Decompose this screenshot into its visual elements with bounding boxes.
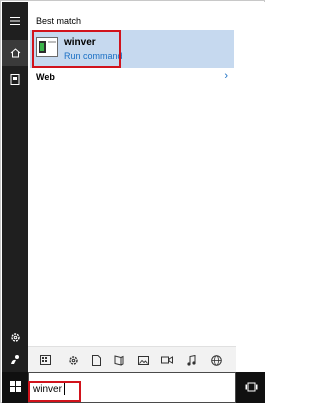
result-app-type: Run command — [64, 51, 123, 61]
music-filter-icon[interactable] — [180, 347, 202, 373]
start-menu-screenshot: Best match winver Run command Web › — [0, 0, 265, 403]
left-rail — [2, 2, 28, 372]
windows-logo-icon — [9, 379, 21, 397]
search-input[interactable] — [33, 382, 153, 396]
result-app-name: winver — [64, 37, 96, 48]
run-command-app-icon — [36, 37, 58, 57]
search-filter-bar — [28, 346, 236, 372]
start-button[interactable] — [2, 372, 28, 403]
desktop-background — [236, 2, 265, 372]
search-results-panel: Best match winver Run command Web › — [28, 2, 236, 346]
documents-filter-icon[interactable] — [85, 347, 107, 373]
task-view-icon — [245, 379, 258, 397]
best-match-result[interactable]: winver Run command — [30, 30, 234, 68]
photos-filter-icon[interactable] — [132, 347, 154, 373]
web-results-row[interactable]: Web › — [28, 68, 236, 86]
folders-filter-icon[interactable] — [108, 347, 130, 373]
taskbar — [2, 372, 265, 403]
videos-filter-icon[interactable] — [156, 347, 178, 373]
apps-filter-icon[interactable] — [34, 347, 56, 373]
notebook-icon[interactable] — [2, 66, 28, 92]
task-view-button[interactable] — [238, 372, 265, 403]
chevron-right-icon: › — [224, 70, 228, 82]
home-icon[interactable] — [2, 40, 28, 66]
feedback-icon[interactable] — [2, 346, 28, 372]
hamburger-menu-icon[interactable] — [2, 8, 28, 34]
best-match-heading: Best match — [36, 16, 82, 26]
settings-filter-icon[interactable] — [62, 347, 84, 373]
web-filter-icon[interactable] — [205, 347, 227, 373]
web-heading: Web — [36, 72, 55, 82]
search-box[interactable] — [28, 372, 236, 403]
text-caret — [64, 382, 65, 395]
